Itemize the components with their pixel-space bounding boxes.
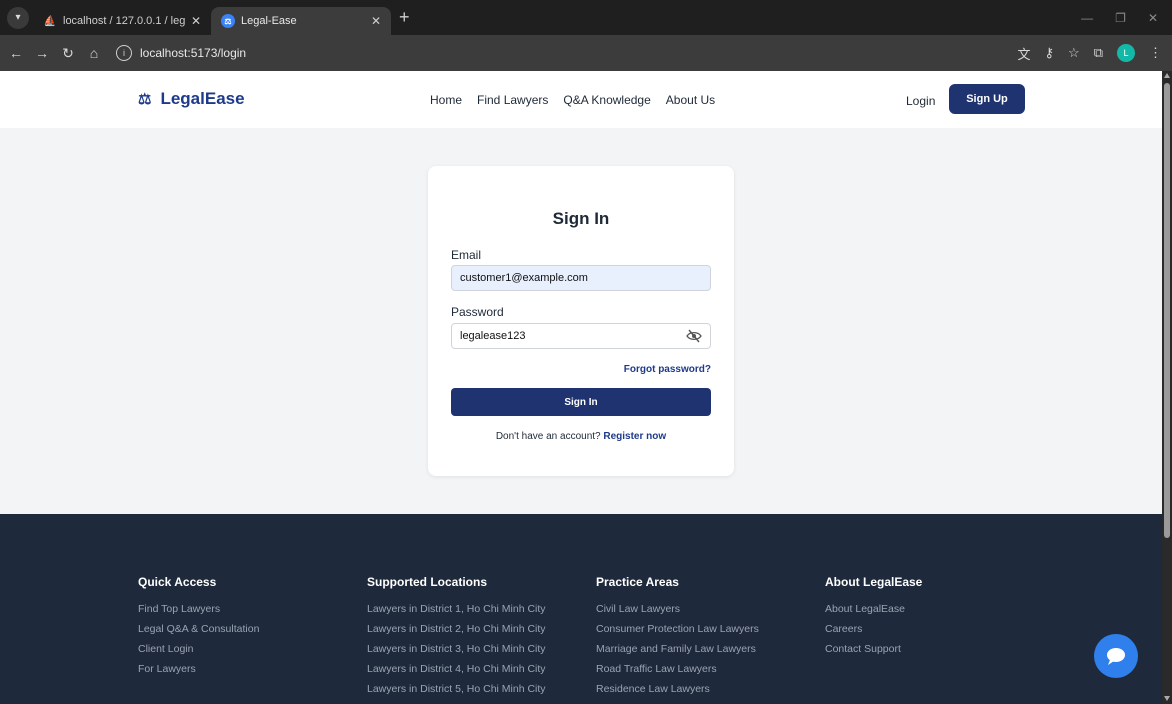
footer-link[interactable]: Lawyers in District 3, Ho Chi Minh City	[367, 643, 546, 655]
footer-col-practice-areas: Practice Areas Civil Law Lawyers Consume…	[596, 575, 759, 703]
tab-label: localhost / 127.0.0.1 / legalease	[63, 15, 185, 27]
footer-link[interactable]: Road Traffic Law Lawyers	[596, 663, 759, 675]
new-tab-icon[interactable]: +	[399, 7, 410, 28]
restore-icon[interactable]: ❐	[1115, 11, 1126, 25]
password-label: Password	[451, 305, 504, 319]
footer-link[interactable]: For Lawyers	[138, 663, 259, 675]
site-header: ⚖ LegalEase Home Find Lawyers Q&A Knowle…	[0, 71, 1162, 128]
footer-link[interactable]: Civil Law Lawyers	[596, 603, 759, 615]
reload-icon[interactable]: ↻	[58, 45, 78, 62]
login-link[interactable]: Login	[906, 94, 935, 108]
footer-link[interactable]: Residence Law Lawyers	[596, 683, 759, 695]
footer-col-supported-locations: Supported Locations Lawyers in District …	[367, 575, 546, 703]
extensions-icon[interactable]: ⧉	[1094, 45, 1103, 61]
register-prompt-text: Don't have an account?	[495, 431, 601, 442]
home-icon[interactable]: ⌂	[84, 45, 104, 61]
window-controls: — ❐ ✕	[1081, 0, 1172, 35]
phpmyadmin-favicon-icon: ⛵	[43, 15, 57, 27]
scales-of-justice-icon: ⚖	[138, 91, 152, 108]
password-value: legalease123	[460, 330, 526, 342]
browser-tab-bar: ▾ ⛵ localhost / 127.0.0.1 / legalease ✕ …	[0, 0, 1172, 35]
translate-icon[interactable]: 文	[1018, 44, 1031, 63]
password-key-icon[interactable]: ⚷	[1045, 45, 1055, 61]
footer-link[interactable]: Careers	[825, 623, 922, 635]
footer-link[interactable]: Lawyers in District 5, Ho Chi Minh City	[367, 683, 546, 695]
footer-link[interactable]: Consumer Protection Law Lawyers	[596, 623, 759, 635]
nav-about-us[interactable]: About Us	[666, 93, 715, 107]
tab-search-icon[interactable]: ▾	[7, 6, 29, 29]
nav-home[interactable]: Home	[430, 93, 462, 107]
nav-qa-knowledge[interactable]: Q&A Knowledge	[563, 93, 650, 107]
main-nav: Home Find Lawyers Q&A Knowledge About Us	[430, 93, 715, 107]
legalease-favicon-icon: ⚖	[221, 14, 235, 28]
page-scrollbar[interactable]	[1162, 71, 1172, 704]
chat-support-button[interactable]	[1094, 634, 1138, 678]
chat-bubble-icon	[1107, 648, 1125, 665]
site-footer: Quick Access Find Top Lawyers Legal Q&A …	[0, 514, 1162, 704]
sign-in-title: Sign In	[552, 209, 610, 228]
footer-link[interactable]: Lawyers in District 2, Ho Chi Minh City	[367, 623, 546, 635]
back-icon[interactable]: ←	[6, 45, 26, 61]
email-field[interactable]: customer1@example.com	[451, 265, 711, 291]
sign-up-button[interactable]: Sign Up	[949, 84, 1025, 114]
close-tab-icon[interactable]: ✕	[191, 14, 201, 28]
browser-toolbar: ← → ↻ ⌂ i localhost:5173/login 文 ⚷ ☆ ⧉ L…	[0, 35, 1172, 71]
profile-avatar-icon[interactable]: L	[1117, 44, 1135, 62]
minimize-icon[interactable]: —	[1081, 11, 1093, 25]
close-window-icon[interactable]: ✕	[1148, 11, 1158, 25]
forward-icon[interactable]: →	[32, 45, 52, 61]
hide-password-icon[interactable]	[686, 329, 702, 343]
bookmark-star-icon[interactable]: ☆	[1068, 45, 1080, 61]
footer-col-quick-access: Quick Access Find Top Lawyers Legal Q&A …	[138, 575, 259, 683]
browser-tab-legalease[interactable]: ⚖ Legal-Ease ✕	[211, 7, 391, 35]
footer-col-title: Practice Areas	[596, 575, 679, 589]
nav-find-lawyers[interactable]: Find Lawyers	[477, 93, 548, 107]
footer-col-title: About LegalEase	[825, 575, 923, 589]
browser-tab-phpmyadmin[interactable]: ⛵ localhost / 127.0.0.1 / legalease ✕	[33, 7, 211, 35]
footer-link[interactable]: Legal Q&A & Consultation	[138, 623, 259, 635]
scroll-up-arrow-icon[interactable]	[1164, 73, 1170, 78]
footer-link[interactable]: Marriage and Family Law Lawyers	[596, 643, 759, 655]
site-info-icon[interactable]: i	[116, 45, 132, 61]
footer-link[interactable]: About LegalEase	[825, 603, 922, 615]
footer-link[interactable]: Find Top Lawyers	[138, 603, 259, 615]
password-field[interactable]: legalease123	[451, 323, 711, 349]
browser-menu-icon[interactable]: ⋮	[1149, 45, 1162, 61]
register-now-link[interactable]: Register now	[603, 431, 666, 442]
close-tab-icon[interactable]: ✕	[371, 14, 381, 28]
scroll-down-arrow-icon[interactable]	[1164, 696, 1170, 701]
footer-col-title: Quick Access	[138, 575, 217, 589]
address-bar[interactable]: i localhost:5173/login	[116, 40, 1018, 66]
register-prompt: Don't have an account? Register now	[428, 431, 734, 442]
email-label: Email	[451, 248, 482, 262]
url-text: localhost:5173/login	[140, 46, 247, 60]
scrollbar-thumb[interactable]	[1164, 83, 1170, 538]
footer-link[interactable]: Contact Support	[825, 643, 922, 655]
logo-text: LegalEase	[160, 89, 245, 108]
footer-link[interactable]: Client Login	[138, 643, 259, 655]
sign-in-card: Sign In Email customer1@example.com Pass…	[428, 166, 734, 476]
footer-col-about-legalease: About LegalEase About LegalEase Careers …	[825, 575, 922, 663]
footer-link[interactable]: Lawyers in District 1, Ho Chi Minh City	[367, 603, 546, 615]
footer-link[interactable]: Lawyers in District 4, Ho Chi Minh City	[367, 663, 546, 675]
sign-in-button[interactable]: Sign In	[451, 388, 711, 416]
site-logo[interactable]: ⚖ LegalEase	[138, 89, 245, 109]
footer-col-title: Supported Locations	[367, 575, 487, 589]
tab-label: Legal-Ease	[241, 15, 297, 27]
forgot-password-link[interactable]: Forgot password?	[624, 364, 711, 375]
